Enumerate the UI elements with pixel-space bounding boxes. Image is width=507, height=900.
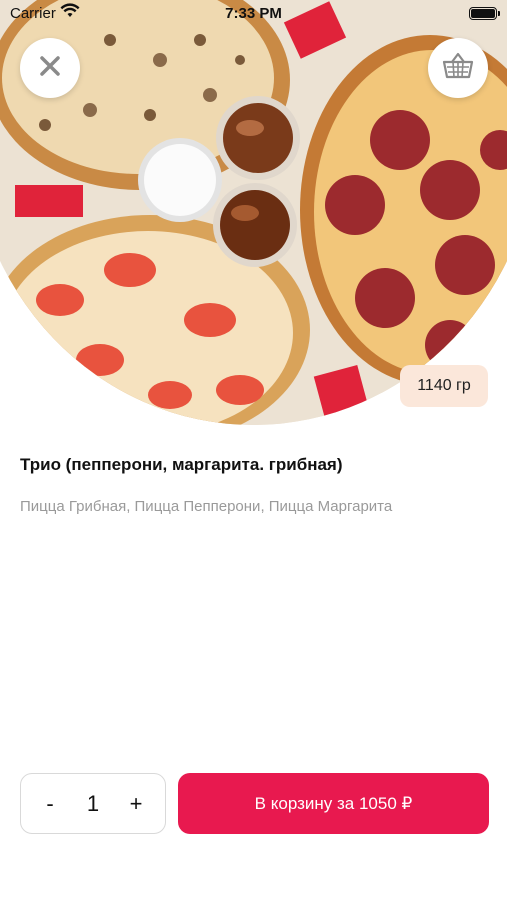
increment-button[interactable]: + xyxy=(127,791,145,817)
basket-button[interactable] xyxy=(428,38,488,98)
product-description: Пицца Грибная, Пицца Пепперони, Пицца Ма… xyxy=(20,498,393,515)
basket-icon xyxy=(442,52,474,85)
quantity-stepper: - 1 + xyxy=(20,773,166,834)
add-to-cart-button[interactable]: В корзину за 1050 ₽ xyxy=(178,773,489,834)
status-bar: Carrier 7:33 PM xyxy=(0,0,507,28)
quantity-value: 1 xyxy=(86,790,100,816)
add-to-cart-label: В корзину за 1050 ₽ xyxy=(254,793,413,813)
weight-badge: 1140 гр xyxy=(400,365,488,407)
status-time: 7:33 PM xyxy=(225,5,282,22)
close-icon xyxy=(39,55,61,82)
decrement-button[interactable]: - xyxy=(41,791,59,817)
product-title: Трио (пепперони, маргарита. грибная) xyxy=(20,455,343,474)
battery-icon xyxy=(469,7,497,20)
close-button[interactable] xyxy=(20,38,80,98)
